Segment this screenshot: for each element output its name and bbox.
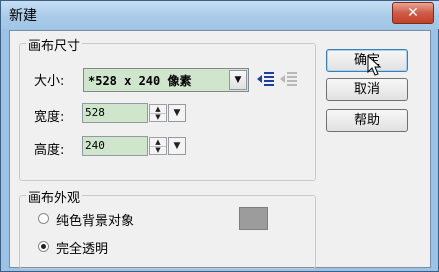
height-label: 高度: [34, 143, 65, 158]
background-color-swatch[interactable] [239, 207, 268, 230]
transparent-label[interactable]: 完全透明 [56, 238, 108, 257]
width-unit-dropdown-icon[interactable]: ▼ [168, 104, 186, 122]
mouse-pointer-icon [367, 55, 382, 76]
close-button[interactable]: ✕ [392, 2, 434, 24]
height-unit-dropdown-icon[interactable]: ▼ [168, 137, 186, 155]
window-title: 新建 [9, 8, 37, 24]
canvas-appearance-group-label: 画布外观 [26, 187, 83, 206]
dropdown-arrow-icon[interactable]: ▼ [229, 70, 247, 90]
width-spin-icon[interactable]: ▲ ▼ [149, 104, 167, 122]
height-input[interactable]: 240 [82, 136, 148, 156]
transparent-radio[interactable] [38, 241, 49, 252]
add-preset-icon[interactable] [257, 70, 275, 88]
size-label: 大小: [34, 74, 65, 89]
dialog-window: 新建 ✕ 画布尺寸 大小: *528 x 240 像素 ▼ 宽度: 528 ▲ … [0, 0, 439, 272]
cancel-button[interactable]: 取消 [326, 78, 408, 101]
help-button[interactable]: 帮助 [326, 109, 408, 132]
size-preset-combo[interactable]: *528 x 240 像素 ▼ [83, 68, 249, 92]
solid-background-label[interactable]: 纯色背景对象 [56, 210, 134, 229]
title-bar[interactable]: 新建 ✕ [1, 1, 439, 29]
remove-preset-icon[interactable] [280, 70, 298, 88]
width-input[interactable]: 528 [82, 103, 148, 123]
width-label: 宽度: [34, 110, 65, 125]
canvas-appearance-group: 画布外观 [19, 187, 316, 269]
canvas-size-group-label: 画布尺寸 [26, 35, 83, 54]
size-preset-value: *528 x 240 像素 [88, 74, 192, 88]
height-spin-icon[interactable]: ▲ ▼ [149, 137, 167, 155]
dialog-body: 画布尺寸 大小: *528 x 240 像素 ▼ 宽度: 528 ▲ ▼ ▼ 高度… [9, 30, 431, 269]
solid-background-radio[interactable] [38, 213, 49, 224]
